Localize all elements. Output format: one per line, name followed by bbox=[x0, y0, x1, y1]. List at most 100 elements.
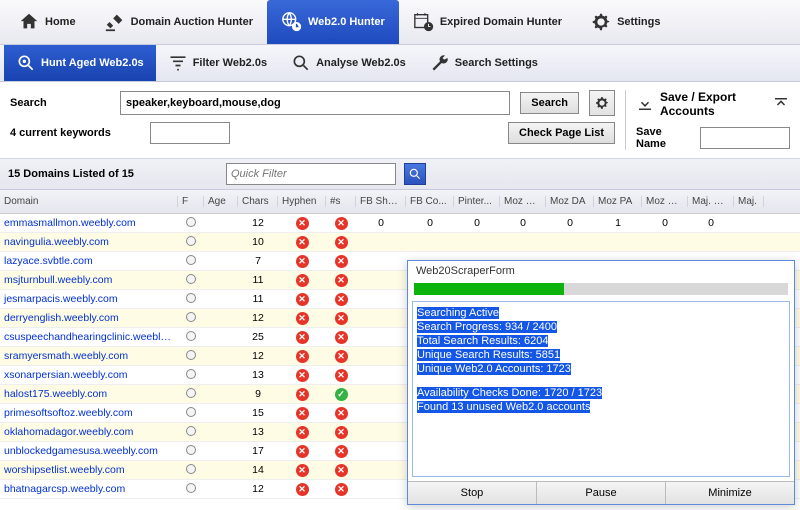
col-f[interactable]: F bbox=[178, 196, 204, 207]
chars-cell: 12 bbox=[238, 350, 278, 362]
col-mozli[interactable]: Moz Li... bbox=[500, 196, 546, 207]
col-hyphen[interactable]: Hyphen bbox=[278, 196, 326, 207]
hyphen-cell: ✕ bbox=[278, 407, 326, 420]
save-name-label: Save Name bbox=[636, 126, 694, 150]
search-settings-button[interactable] bbox=[589, 90, 615, 116]
upload-icon[interactable] bbox=[772, 92, 790, 116]
domain-cell[interactable]: jesmarpacis.weebly.com bbox=[0, 293, 178, 305]
domain-cell[interactable]: primesoftsoftoz.weebly.com bbox=[0, 407, 178, 419]
hyphen-cell: ✕ bbox=[278, 388, 326, 401]
domain-cell[interactable]: unblockedgamesusa.weebly.com bbox=[0, 445, 178, 457]
domain-cell[interactable]: emmasmallmon.weebly.com bbox=[0, 217, 178, 229]
domain-cell[interactable]: msjturnbull.weebly.com bbox=[0, 274, 178, 286]
save-name-input[interactable] bbox=[700, 127, 790, 149]
f-cell[interactable] bbox=[178, 426, 204, 439]
subtab-searchset[interactable]: Search Settings bbox=[418, 45, 550, 81]
search-button[interactable]: Search bbox=[520, 92, 579, 114]
col-majli[interactable]: Maj. Li... bbox=[688, 196, 734, 207]
subtab-hunt[interactable]: Hunt Aged Web2.0s bbox=[4, 45, 156, 81]
chars-cell: 12 bbox=[238, 217, 278, 229]
col-chars[interactable]: Chars bbox=[238, 196, 278, 207]
f-cell[interactable] bbox=[178, 407, 204, 420]
tab-auction[interactable]: Domain Auction Hunter bbox=[90, 0, 267, 44]
quick-filter-button[interactable] bbox=[404, 163, 426, 185]
hyphen-cell: ✕ bbox=[278, 350, 326, 363]
domain-cell[interactable]: halost175.weebly.com bbox=[0, 388, 178, 400]
s-cell: ✕ bbox=[326, 331, 356, 344]
f-cell[interactable] bbox=[178, 350, 204, 363]
hyphen-cell: ✕ bbox=[278, 331, 326, 344]
domain-cell[interactable]: derryenglish.weebly.com bbox=[0, 312, 178, 324]
subtab-filter-label: Filter Web2.0s bbox=[193, 57, 267, 69]
f-cell[interactable] bbox=[178, 293, 204, 306]
hyphen-cell: ✕ bbox=[278, 217, 326, 230]
subtab-analyse[interactable]: Analyse Web2.0s bbox=[279, 45, 418, 81]
col-mozr[interactable]: Moz R... bbox=[642, 196, 688, 207]
keywords-input[interactable] bbox=[150, 122, 230, 144]
tab-web20[interactable]: Web2.0 Hunter bbox=[267, 0, 399, 44]
tab-settings[interactable]: Settings bbox=[576, 0, 674, 44]
col-domain[interactable]: Domain bbox=[0, 196, 178, 207]
check-page-list-button[interactable]: Check Page List bbox=[508, 122, 615, 144]
col-pinter[interactable]: Pinter... bbox=[454, 196, 500, 207]
domain-cell[interactable]: navingulia.weebly.com bbox=[0, 236, 178, 248]
f-cell[interactable] bbox=[178, 331, 204, 344]
f-cell[interactable] bbox=[178, 483, 204, 496]
col-fbsha[interactable]: FB Sha... bbox=[356, 196, 406, 207]
chars-cell: 10 bbox=[238, 236, 278, 248]
minimize-button[interactable]: Minimize bbox=[666, 482, 794, 504]
status-line: Unique Web2.0 Accounts: 1723 bbox=[417, 363, 571, 375]
f-cell[interactable] bbox=[178, 464, 204, 477]
f-cell[interactable] bbox=[178, 445, 204, 458]
col-mozda[interactable]: Moz DA bbox=[546, 196, 594, 207]
s-cell: ✕ bbox=[326, 312, 356, 325]
magnify-icon bbox=[291, 53, 311, 73]
domain-cell[interactable]: csuspeechandhearingclinic.weebly.c... bbox=[0, 331, 178, 343]
stop-button[interactable]: Stop bbox=[408, 482, 537, 504]
col-fbco[interactable]: FB Co... bbox=[406, 196, 454, 207]
s-cell: ✕ bbox=[326, 350, 356, 363]
f-cell[interactable] bbox=[178, 255, 204, 268]
f-cell[interactable] bbox=[178, 217, 204, 230]
majli-cell: 0 bbox=[688, 217, 734, 229]
s-cell: ✕ bbox=[326, 445, 356, 458]
subtab-searchset-label: Search Settings bbox=[455, 57, 538, 69]
progress-bar bbox=[414, 283, 788, 295]
f-cell[interactable] bbox=[178, 236, 204, 249]
search-label: Search bbox=[10, 97, 110, 109]
domain-cell[interactable]: oklahomadagor.weebly.com bbox=[0, 426, 178, 438]
export-title: Save / Export Accounts bbox=[660, 90, 760, 118]
chars-cell: 12 bbox=[238, 312, 278, 324]
domain-cell[interactable]: sramyersmath.weebly.com bbox=[0, 350, 178, 362]
table-row[interactable]: navingulia.weebly.com10✕✕ bbox=[0, 233, 800, 252]
tab-expired[interactable]: Expired Domain Hunter bbox=[399, 0, 576, 44]
domain-cell[interactable]: lazyace.svbtle.com bbox=[0, 255, 178, 267]
status-line: Search Progress: 934 / 2400 bbox=[417, 321, 557, 333]
chars-cell: 11 bbox=[238, 274, 278, 286]
chars-cell: 14 bbox=[238, 464, 278, 476]
table-row[interactable]: emmasmallmon.weebly.com12✕✕00000100 bbox=[0, 214, 800, 233]
col-age[interactable]: Age bbox=[204, 196, 238, 207]
pause-button[interactable]: Pause bbox=[537, 482, 666, 504]
f-cell[interactable] bbox=[178, 274, 204, 287]
quick-filter-input[interactable] bbox=[226, 163, 396, 185]
domain-cell[interactable]: worshipsetlist.weebly.com bbox=[0, 464, 178, 476]
subtab-filter[interactable]: Filter Web2.0s bbox=[156, 45, 279, 81]
s-cell: ✕ bbox=[326, 369, 356, 382]
s-cell: ✕ bbox=[326, 255, 356, 268]
f-cell[interactable] bbox=[178, 312, 204, 325]
search-input[interactable] bbox=[120, 91, 510, 115]
f-cell[interactable] bbox=[178, 369, 204, 382]
f-cell[interactable] bbox=[178, 388, 204, 401]
hyphen-cell: ✕ bbox=[278, 236, 326, 249]
tab-home-label: Home bbox=[45, 16, 76, 28]
col-maj[interactable]: Maj. bbox=[734, 196, 764, 207]
sub-nav: Hunt Aged Web2.0s Filter Web2.0s Analyse… bbox=[0, 44, 800, 82]
tab-home[interactable]: Home bbox=[4, 0, 90, 44]
popup-title: Web20ScraperForm bbox=[408, 261, 794, 281]
status-line: Availability Checks Done: 1720 / 1723 bbox=[417, 387, 602, 399]
domain-cell[interactable]: xsonarpersian.weebly.com bbox=[0, 369, 178, 381]
domain-cell[interactable]: bhatnagarcsp.weebly.com bbox=[0, 483, 178, 495]
col-mozpa[interactable]: Moz PA bbox=[594, 196, 642, 207]
col-s[interactable]: #s bbox=[326, 196, 356, 207]
